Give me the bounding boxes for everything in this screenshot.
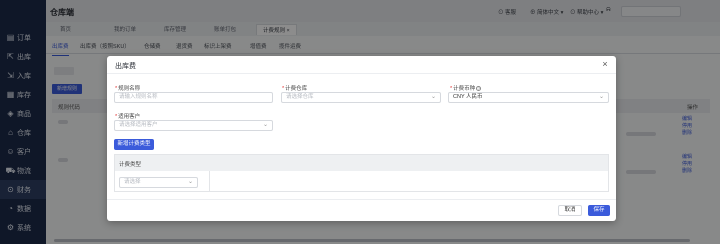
chevron-down-icon: ⌄ [430, 94, 436, 100]
customer-label: *适用客户 [115, 114, 141, 120]
dialog-title: 出库费 [115, 63, 136, 70]
fee-type-header-label: 计费类型 [119, 162, 142, 168]
warehouse-select[interactable]: 请选择仓库 ⌄ [281, 92, 441, 103]
outbound-fee-dialog: 出库费 × *规则名称 请输入规则名称 *计费仓库 请选择仓库 ⌄ *计费币种? … [107, 56, 616, 221]
cancel-button[interactable]: 取消 [558, 205, 582, 216]
fee-type-table-header: 计费类型 [115, 155, 608, 171]
warehouse-select-placeholder: 请选择仓库 [286, 94, 314, 100]
add-fee-type-button[interactable]: 新增计费类型 [114, 139, 154, 150]
currency-label: *计费币种? [450, 86, 482, 92]
currency-select-value: CNY 人民币 [453, 94, 483, 100]
save-button[interactable]: 保存 [588, 205, 610, 216]
dialog-footer-divider [107, 199, 616, 200]
dialog-header-divider [107, 73, 616, 74]
fee-type-select[interactable]: 请选择 ⌄ [119, 177, 198, 188]
close-icon[interactable]: × [600, 59, 610, 69]
fee-type-table: 计费类型 请选择 ⌄ [114, 154, 609, 192]
customer-select[interactable]: 请选择适用客户 ⌄ [114, 120, 273, 131]
chevron-down-icon: ⌄ [262, 122, 268, 128]
rule-name-input[interactable]: 请输入规则名称 [114, 92, 273, 103]
chevron-down-icon: ⌄ [187, 179, 193, 185]
customer-select-placeholder: 请选择适用客户 [119, 122, 158, 128]
rule-name-label: *规则名称 [115, 86, 141, 92]
info-icon[interactable]: ? [476, 86, 482, 92]
fee-type-select-placeholder: 请选择 [124, 179, 141, 185]
fee-table-column-divider [209, 171, 210, 191]
chevron-down-icon: ⌄ [598, 94, 604, 100]
currency-select[interactable]: CNY 人民币 ⌄ [448, 92, 609, 103]
warehouse-label: *计费仓库 [282, 86, 308, 92]
